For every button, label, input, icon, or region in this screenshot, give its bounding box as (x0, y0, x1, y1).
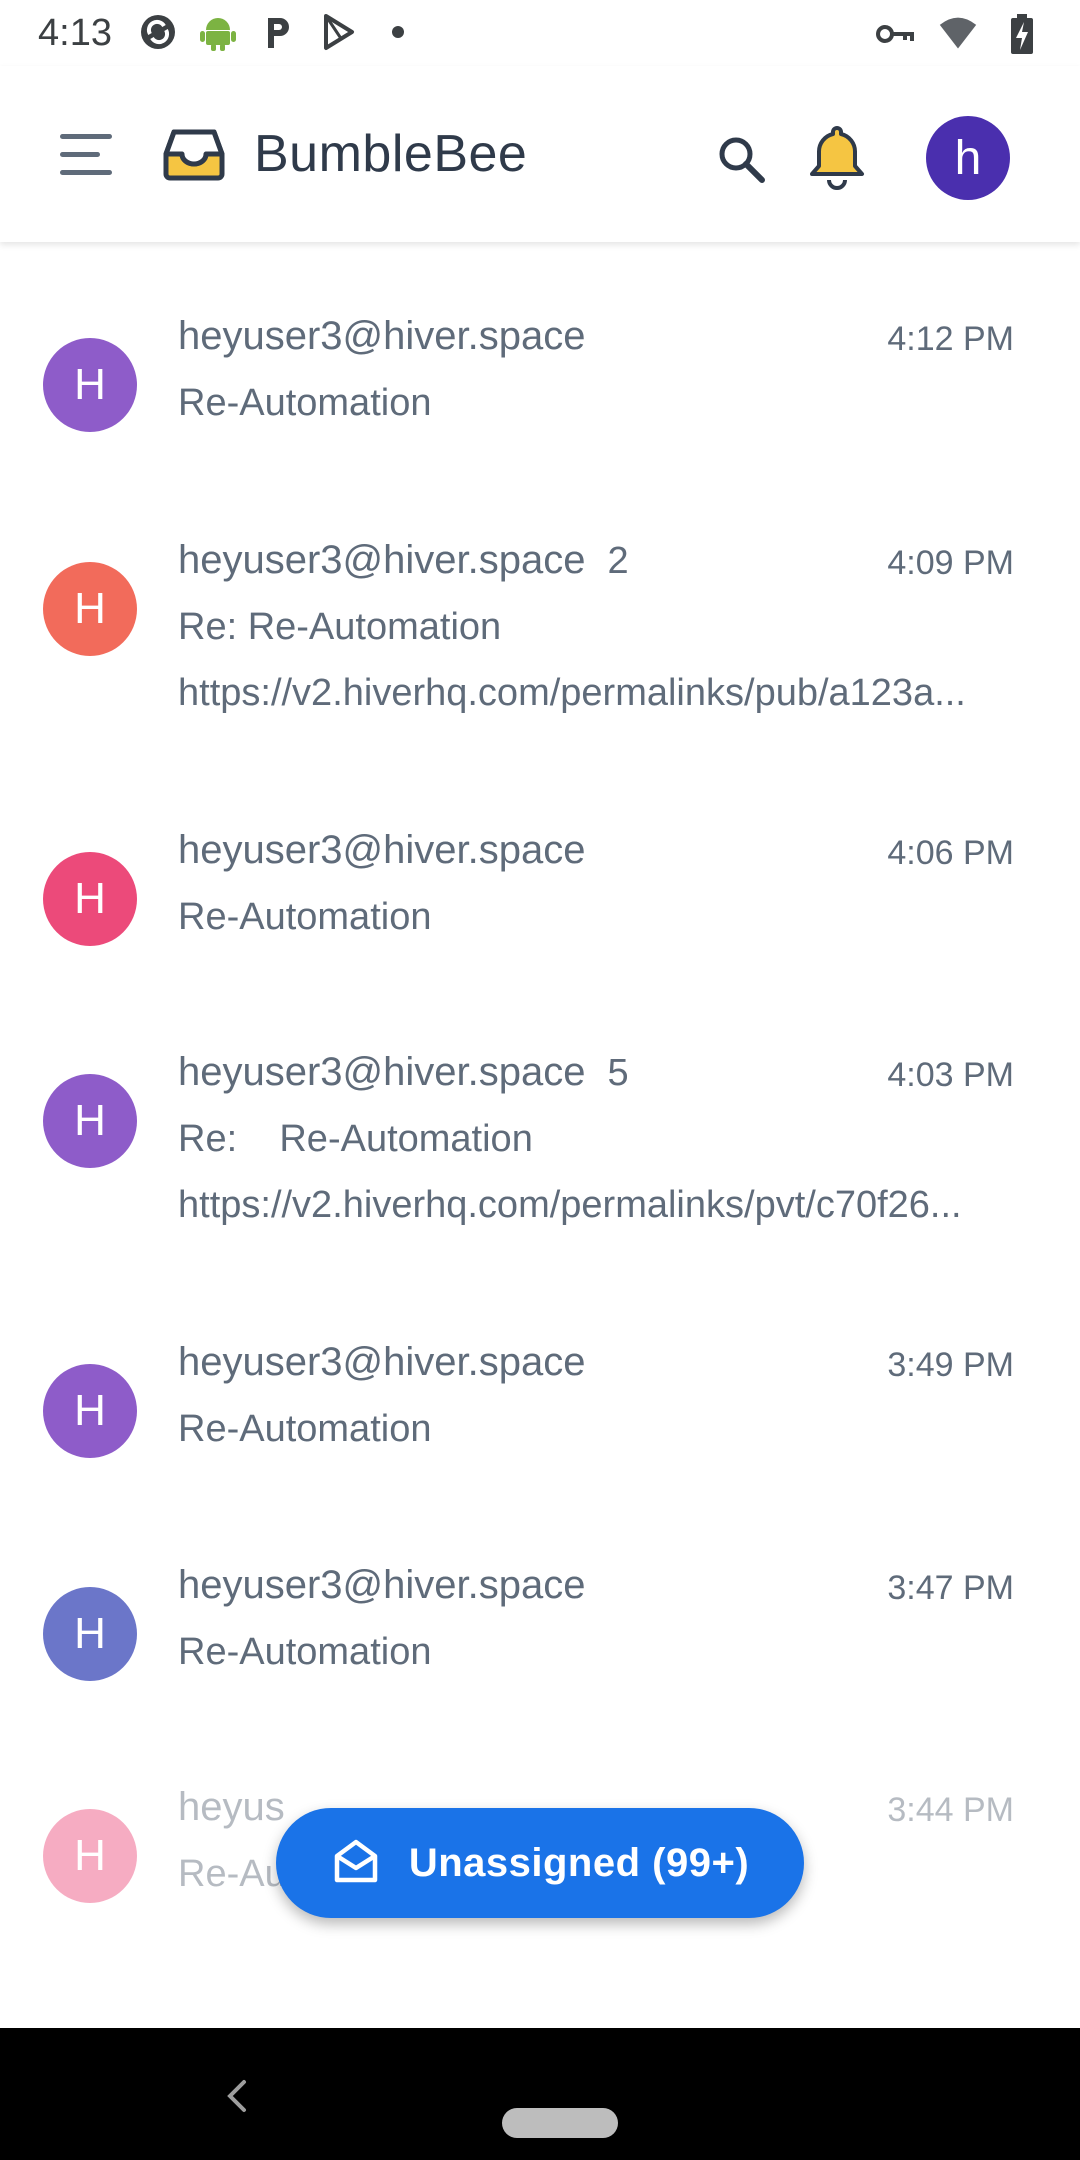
sender-avatar: H (43, 1809, 137, 1903)
app-bar: BumbleBee h (0, 66, 1080, 242)
sender-email-text: heyuser3@hiver.space (178, 1340, 586, 1384)
message-snippet: https://v2.hiverhq.com/permalinks/pvt/c7… (178, 1184, 962, 1226)
sender-avatar: H (43, 852, 137, 946)
message-time: 4:12 PM (887, 320, 1014, 358)
search-icon[interactable] (712, 130, 772, 190)
sender-avatar: H (43, 1587, 137, 1681)
message-subject: Re-Au (178, 1853, 286, 1895)
message-subject: Re-Automation (178, 1408, 432, 1450)
parking-icon (258, 12, 298, 52)
user-avatar[interactable]: h (926, 116, 1010, 200)
dot-icon (378, 12, 418, 52)
open-mail-icon (331, 1836, 381, 1891)
message-time: 4:06 PM (887, 834, 1014, 872)
sender-email-text: heyuser3@hiver.space (178, 1563, 586, 1607)
sender-avatar: H (43, 338, 137, 432)
status-bar: 4:13 (0, 0, 1080, 66)
sender-email: heyuser3@hiver.space 2 (178, 538, 629, 583)
sender-avatar: H (43, 1074, 137, 1168)
home-pill-icon[interactable] (502, 2108, 618, 2138)
conversation-row[interactable]: Hheyuser3@hiver.space 3:49 PM Re-Automatio… (0, 1340, 1080, 1490)
message-time: 4:09 PM (887, 544, 1014, 582)
message-subject: Re: Re-Automation (178, 1118, 533, 1160)
thread-count: 2 (607, 540, 629, 582)
sender-email: heyuser3@hiver.space (178, 1563, 586, 1608)
message-snippet: https://v2.hiverhq.com/permalinks/pub/a1… (178, 672, 966, 714)
menu-icon[interactable] (52, 122, 124, 186)
sync-icon (138, 12, 178, 52)
back-icon[interactable] (222, 2076, 252, 2116)
sender-email: heyuser3@hiver.space (178, 1340, 586, 1385)
sender-avatar: H (43, 1364, 137, 1458)
message-time: 3:47 PM (887, 1569, 1014, 1607)
message-time: 4:03 PM (887, 1056, 1014, 1094)
inbox-logo-icon (160, 124, 228, 184)
conversation-row[interactable]: Hheyuser3@hiver.space 3:47 PM Re-Automatio… (0, 1563, 1080, 1713)
sender-email-text: heyuser3@hiver.space (178, 1050, 586, 1094)
message-subject: Re-Automation (178, 1631, 432, 1673)
message-subject: Re-Automation (178, 896, 432, 938)
sender-email: heyuser3@hiver.space (178, 828, 586, 873)
sender-avatar: H (43, 562, 137, 656)
sender-email-text: heyus (178, 1785, 285, 1829)
wifi-icon (938, 14, 978, 54)
fab-label: Unassigned (99+) (408, 1840, 750, 1885)
sender-email-text: heyuser3@hiver.space (178, 538, 586, 582)
sender-email: heyuser3@hiver.space (178, 314, 586, 359)
vpn-key-icon (874, 14, 914, 54)
conversation-row[interactable]: Hheyuser3@hiver.space 5 4:03 PM Re: Re-Auto… (0, 1050, 1080, 1280)
sender-email: heyuser3@hiver.space 5 (178, 1050, 629, 1095)
notification-bell-icon[interactable] (804, 122, 870, 194)
sender-email: heyus (178, 1785, 285, 1830)
play-store-icon (318, 12, 358, 52)
conversation-row[interactable]: Hheyuser3@hiver.space 2 4:09 PM Re: Re-Auto… (0, 538, 1080, 768)
status-time: 4:13 (38, 12, 112, 54)
navigation-bar (0, 2028, 1080, 2160)
android-icon (198, 12, 238, 52)
conversation-row[interactable]: Hheyuser3@hiver.space 4:06 PM Re-Automatio… (0, 828, 1080, 978)
conversation-row[interactable]: Hheyuser3@hiver.space 4:12 PM Re-Automatio… (0, 314, 1080, 464)
status-left-icons (138, 12, 418, 52)
unassigned-fab-button[interactable]: Unassigned (99+) (276, 1808, 804, 1918)
message-time: 3:49 PM (887, 1346, 1014, 1384)
sender-email-text: heyuser3@hiver.space (178, 314, 586, 358)
sender-email-text: heyuser3@hiver.space (178, 828, 586, 872)
battery-charging-icon (1002, 14, 1042, 54)
message-subject: Re: Re-Automation (178, 606, 502, 648)
status-right-icons (874, 14, 1042, 54)
app-title: BumbleBee (254, 125, 528, 183)
message-time: 3:44 PM (887, 1791, 1014, 1829)
message-subject: Re-Automation (178, 382, 432, 424)
thread-count: 5 (607, 1052, 629, 1094)
